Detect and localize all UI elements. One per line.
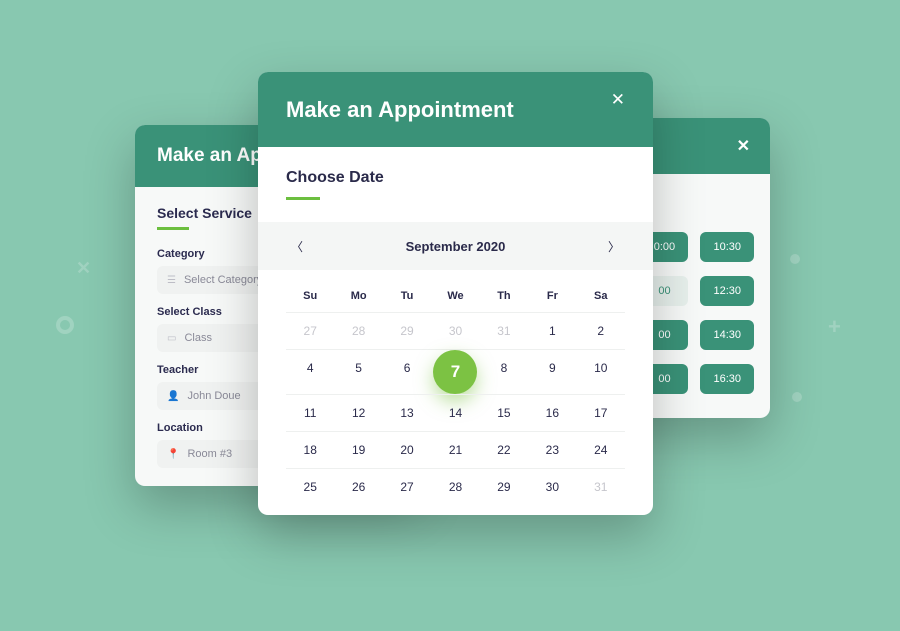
calendar-day[interactable]: 17 (577, 394, 625, 431)
weekday-label: Tu (383, 282, 431, 312)
calendar-day[interactable]: 12 (334, 394, 382, 431)
deco-plus: + (828, 314, 841, 340)
weekday-label: Th (480, 282, 528, 312)
calendar-day[interactable]: 14 (431, 394, 479, 431)
calendar-day[interactable]: 24 (577, 431, 625, 468)
calendar-day[interactable]: 21 (431, 431, 479, 468)
month-label: September 2020 (406, 239, 506, 254)
class-value: Class (184, 332, 212, 344)
calendar-day[interactable]: 10 (577, 349, 625, 394)
time-slot[interactable]: 10:30 (700, 232, 754, 262)
list-icon: ☰ (167, 275, 176, 286)
calendar-day[interactable]: 8 (480, 349, 528, 394)
calendar-day[interactable]: 16 (528, 394, 576, 431)
prev-month-button[interactable]: 〈 (286, 235, 308, 257)
underline (286, 197, 320, 200)
calendar-day[interactable]: 1 (528, 312, 576, 349)
calendar-day[interactable]: 7 (431, 349, 479, 394)
calendar-day[interactable]: 20 (383, 431, 431, 468)
calendar-day[interactable]: 31 (577, 468, 625, 505)
weekday-label: Fr (528, 282, 576, 312)
next-month-button[interactable]: 〉 (603, 235, 625, 257)
weekday-label: Sa (577, 282, 625, 312)
deco-dot (792, 392, 802, 402)
teacher-value: John Doue (187, 390, 240, 402)
calendar-day[interactable]: 25 (286, 468, 334, 505)
calendar-day[interactable]: 27 (286, 312, 334, 349)
weekday-label: Mo (334, 282, 382, 312)
deco-dot (790, 254, 800, 264)
calendar-day[interactable]: 27 (383, 468, 431, 505)
calendar-day[interactable]: 30 (528, 468, 576, 505)
person-icon: 👤 (167, 391, 179, 402)
location-value: Room #3 (187, 448, 232, 460)
calendar-day[interactable]: 9 (528, 349, 576, 394)
deco-x: ✕ (76, 258, 91, 279)
card-header: Make an Appointment ✕ (258, 72, 653, 147)
calendar-day[interactable]: 22 (480, 431, 528, 468)
section-title: Choose Date (286, 169, 625, 187)
calendar-day[interactable]: 15 (480, 394, 528, 431)
underline (157, 227, 189, 230)
calendar-day[interactable]: 19 (334, 431, 382, 468)
month-bar: 〈 September 2020 〉 (258, 222, 653, 270)
deco-ring (56, 316, 74, 334)
calendar-day[interactable]: 29 (383, 312, 431, 349)
calendar-day[interactable]: 29 (480, 468, 528, 505)
calendar-day[interactable]: 31 (480, 312, 528, 349)
calendar-day[interactable]: 4 (286, 349, 334, 394)
calendar-day[interactable]: 30 (431, 312, 479, 349)
card-title: Make an Appointment (286, 97, 514, 123)
calendar-day[interactable]: 11 (286, 394, 334, 431)
calendar-day[interactable]: 28 (334, 312, 382, 349)
calendar-day[interactable]: 23 (528, 431, 576, 468)
category-value: Select Category (184, 274, 262, 286)
calendar-day[interactable]: 6 (383, 349, 431, 394)
time-slot[interactable]: 12:30 (700, 276, 754, 306)
calendar-day[interactable]: 26 (334, 468, 382, 505)
calendar-day[interactable]: 18 (286, 431, 334, 468)
time-slot[interactable]: 14:30 (700, 320, 754, 350)
book-icon: ▭ (167, 333, 176, 344)
date-card: Make an Appointment ✕ Choose Date 〈 Sept… (258, 72, 653, 515)
close-icon[interactable]: ✕ (611, 90, 625, 110)
time-slot[interactable]: 16:30 (700, 364, 754, 394)
calendar-day[interactable]: 13 (383, 394, 431, 431)
weekday-label: Su (286, 282, 334, 312)
calendar-day[interactable]: 28 (431, 468, 479, 505)
pin-icon: 📍 (167, 449, 179, 460)
calendar-day[interactable]: 2 (577, 312, 625, 349)
weekday-label: We (431, 282, 479, 312)
close-icon[interactable]: ✕ (737, 136, 750, 156)
calendar-day[interactable]: 5 (334, 349, 382, 394)
